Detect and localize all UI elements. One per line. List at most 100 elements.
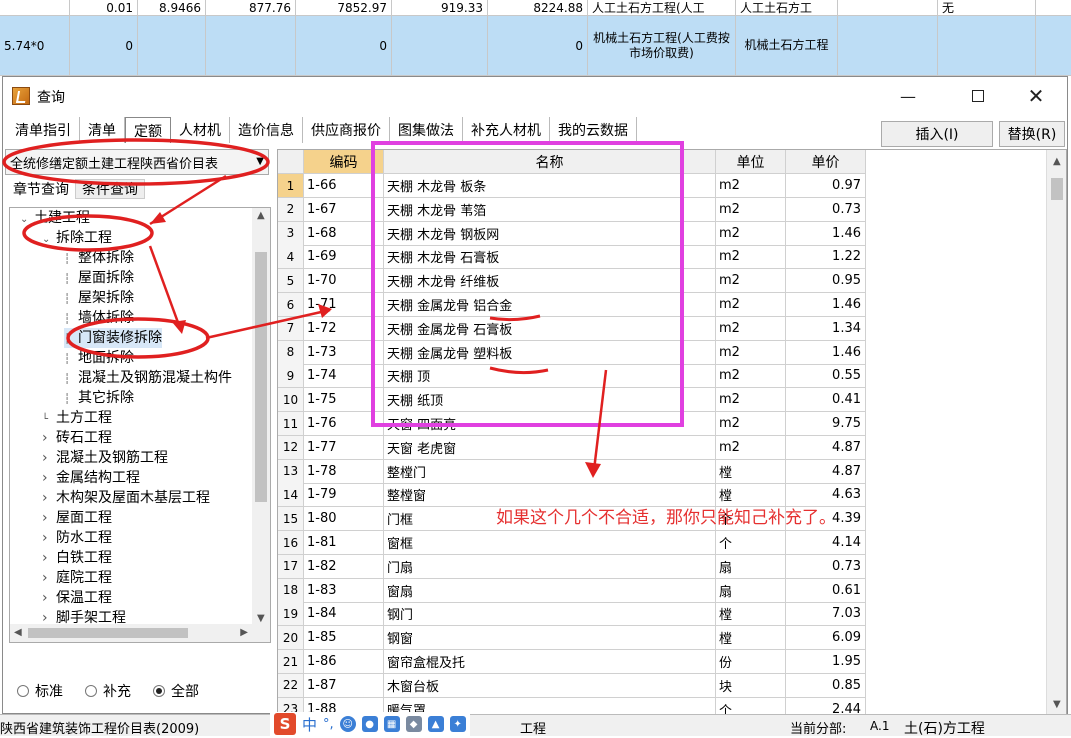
table-cell[interactable]: 14: [278, 483, 304, 508]
table-row[interactable]: 17 1-82 门扇扇 0.73: [278, 554, 866, 579]
column-header[interactable]: 单价: [786, 150, 866, 174]
table-cell[interactable]: m2: [716, 245, 786, 270]
collapsed-toggle-icon[interactable]: ›: [42, 468, 56, 488]
table-cell[interactable]: 扇: [716, 554, 786, 579]
table-cell[interactable]: 天棚 纸顶: [384, 388, 716, 413]
ime-punct[interactable]: °,: [323, 717, 334, 732]
background-cell[interactable]: 8.9466: [138, 0, 206, 15]
table-cell[interactable]: 1.22: [786, 245, 866, 270]
scroll-up-icon[interactable]: ▲: [257, 210, 265, 221]
table-cell[interactable]: 0.41: [786, 388, 866, 413]
table-cell[interactable]: 天棚 木龙骨 钢板网: [384, 221, 716, 246]
table-cell[interactable]: 0.61: [786, 578, 866, 603]
table-row[interactable]: 11 1-76 天窗 四面亮 m2 9.75: [278, 412, 866, 436]
table-cell[interactable]: 樘: [716, 602, 786, 627]
table-cell[interactable]: 1: [278, 174, 304, 198]
expanded-toggle-icon[interactable]: ⌄: [42, 230, 56, 250]
table-row[interactable]: 13 1-78 整樘门樘 4.87: [278, 459, 866, 484]
table-cell[interactable]: 1-75: [304, 388, 384, 413]
table-cell[interactable]: m2: [716, 269, 786, 294]
tab-3[interactable]: 人材机: [171, 117, 230, 143]
tree-item[interactable]: › 防水工程: [42, 528, 112, 548]
collapsed-toggle-icon[interactable]: ›: [42, 508, 56, 528]
table-cell[interactable]: 0.97: [786, 174, 866, 198]
tree-item[interactable]: › 保温工程: [42, 588, 112, 608]
table-cell[interactable]: 1-76: [304, 412, 384, 436]
column-header[interactable]: 编码: [304, 150, 384, 174]
tree-item[interactable]: ┆ 门窗装修拆除: [64, 328, 162, 348]
tree-vertical-scrollbar[interactable]: ▲ ▼: [252, 208, 270, 626]
table-cell[interactable]: 1.46: [786, 221, 866, 246]
table-cell[interactable]: 天窗 老虎窗: [384, 435, 716, 460]
table-row[interactable]: 7 1-72 天棚 金属龙骨 石膏板 m2 1.34: [278, 316, 866, 341]
grid-vertical-scrollbar[interactable]: ▲ ▼: [1046, 150, 1066, 714]
table-cell[interactable]: 樘: [716, 626, 786, 651]
title-bar[interactable]: 查询 — ✕: [3, 77, 1067, 115]
table-cell[interactable]: 4.87: [786, 459, 866, 484]
tab-4[interactable]: 造价信息: [230, 117, 303, 143]
table-cell[interactable]: 4.87: [786, 435, 866, 460]
table-cell[interactable]: 天窗 四面亮: [384, 412, 716, 436]
collapsed-toggle-icon[interactable]: ›: [42, 588, 56, 608]
table-cell[interactable]: m2: [716, 221, 786, 246]
table-cell[interactable]: 天棚 顶: [384, 364, 716, 389]
background-cell[interactable]: 877.76: [206, 0, 296, 15]
tree-item[interactable]: › 木构架及屋面木基层工程: [42, 488, 210, 508]
tree-item[interactable]: ┆ 整体拆除: [64, 248, 134, 268]
table-cell[interactable]: m2: [716, 293, 786, 317]
table-cell[interactable]: 9: [278, 364, 304, 389]
table-row[interactable]: 2 1-67 天棚 木龙骨 苇箔 m2 0.73: [278, 197, 866, 222]
collapsed-toggle-icon[interactable]: ›: [42, 548, 56, 568]
wrench-icon[interactable]: ✦: [449, 716, 466, 732]
tree-item[interactable]: ┆ 墙体拆除: [64, 308, 134, 328]
table-cell[interactable]: 1-67: [304, 197, 384, 222]
table-cell[interactable]: 0.55: [786, 364, 866, 389]
table-cell[interactable]: 19: [278, 602, 304, 627]
background-cell[interactable]: 机械土石方工程(人工费按市场价取费): [588, 16, 736, 75]
background-cell[interactable]: 919.33: [392, 0, 488, 15]
background-cell[interactable]: [838, 0, 938, 15]
table-cell[interactable]: 1-77: [304, 435, 384, 460]
table-cell[interactable]: 17: [278, 554, 304, 579]
table-cell[interactable]: 7: [278, 316, 304, 341]
table-cell[interactable]: 1-84: [304, 602, 384, 627]
table-cell[interactable]: 天棚 金属龙骨 铝合金: [384, 293, 716, 317]
tree-item[interactable]: › 庭院工程: [42, 568, 112, 588]
table-cell[interactable]: 9.75: [786, 412, 866, 436]
table-row[interactable]: 1 1-66 天棚 木龙骨 板条 m2 0.97: [278, 174, 866, 198]
scroll-right-icon[interactable]: ▶: [240, 627, 248, 638]
table-cell[interactable]: 1.34: [786, 316, 866, 341]
table-row[interactable]: 10 1-75 天棚 纸顶 m2 0.41: [278, 388, 866, 413]
table-cell[interactable]: m2: [716, 197, 786, 222]
background-cell[interactable]: 0: [488, 16, 588, 75]
table-cell[interactable]: m2: [716, 412, 786, 436]
tree-item[interactable]: ⌄ 拆除工程: [42, 228, 112, 248]
table-row[interactable]: 16 1-81 窗框个 4.14: [278, 531, 866, 555]
table-cell[interactable]: 樘: [716, 459, 786, 484]
table-cell[interactable]: 0.85: [786, 673, 866, 698]
sogou-ime-icon[interactable]: S: [274, 713, 296, 735]
table-cell[interactable]: 个: [716, 531, 786, 555]
table-cell[interactable]: 1.46: [786, 340, 866, 365]
table-cell[interactable]: 1-71: [304, 293, 384, 317]
tree-horizontal-scrollbar[interactable]: ◀ ▶: [10, 624, 270, 642]
tree-item[interactable]: ⌄ 土建工程: [20, 208, 90, 228]
table-row[interactable]: 22 1-87 木窗台板块 0.85: [278, 673, 866, 698]
background-cell[interactable]: 8224.88: [488, 0, 588, 15]
background-cell[interactable]: 人工土石方工程(人工: [588, 0, 736, 15]
background-cell[interactable]: [838, 16, 938, 75]
table-cell[interactable]: 天棚 金属龙骨 塑料板: [384, 340, 716, 365]
table-cell[interactable]: 0.73: [786, 197, 866, 222]
table-cell[interactable]: 12: [278, 435, 304, 460]
microphone-icon[interactable]: ●: [361, 716, 378, 732]
table-cell[interactable]: 5: [278, 269, 304, 294]
collapsed-toggle-icon[interactable]: ›: [42, 488, 56, 508]
table-cell[interactable]: 1-86: [304, 650, 384, 674]
tab-0[interactable]: 清单指引: [7, 117, 80, 143]
ime-toolbar[interactable]: S 中 °, ☺ ● ▦ ◆ ▲ ✦: [270, 712, 470, 736]
table-cell[interactable]: 天棚 木龙骨 纤维板: [384, 269, 716, 294]
skin-icon[interactable]: ▲: [427, 716, 444, 732]
filter-radio-0[interactable]: 标准: [17, 681, 63, 701]
table-cell[interactable]: 1-69: [304, 245, 384, 270]
collapsed-toggle-icon[interactable]: ›: [42, 528, 56, 548]
